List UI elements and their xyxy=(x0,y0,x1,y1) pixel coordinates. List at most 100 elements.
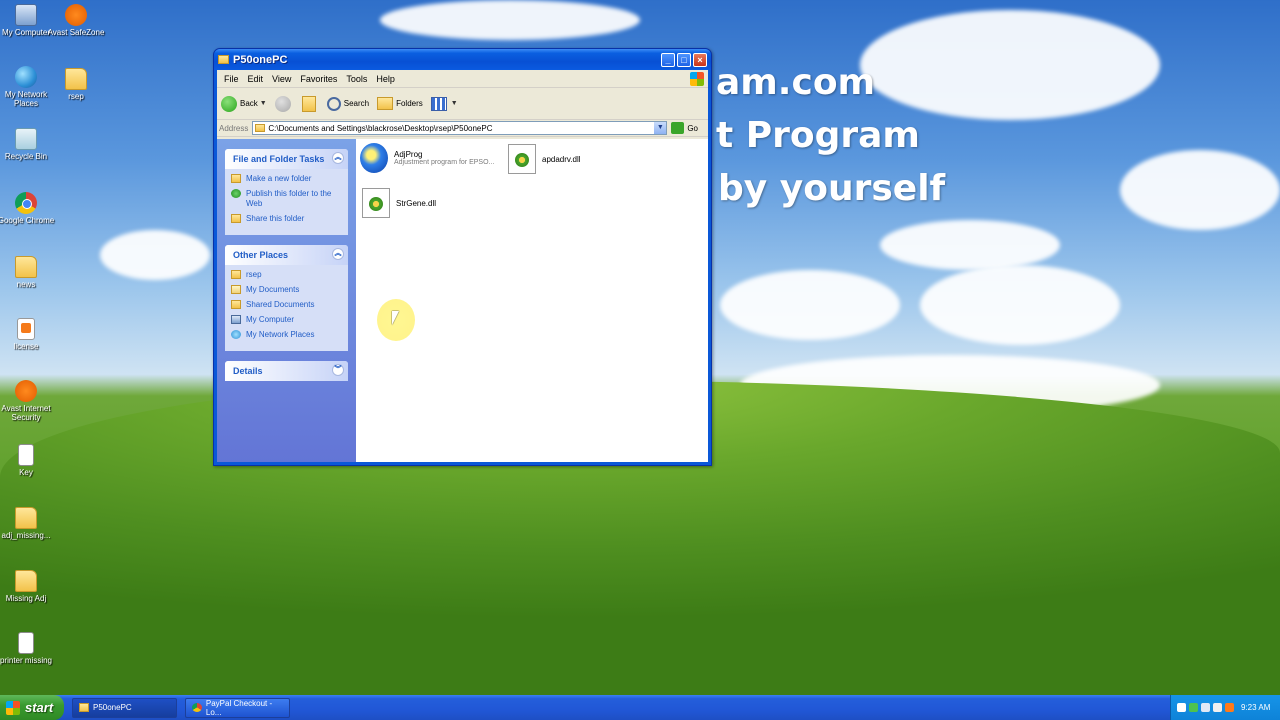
share-folder-icon xyxy=(231,214,241,223)
task-label: Share this folder xyxy=(246,214,305,223)
file-name: StrGene.dll xyxy=(396,198,437,208)
place-rsep[interactable]: rsep xyxy=(231,270,342,280)
go-button[interactable]: Go xyxy=(671,122,698,134)
tray-app-icon[interactable] xyxy=(1213,703,1222,712)
desktop-icon-label: Missing Adj xyxy=(5,594,47,603)
search-icon xyxy=(326,96,341,111)
desktop-icon-news[interactable]: news xyxy=(0,256,56,289)
folder-icon xyxy=(231,270,241,279)
file-name: apdadrv.dll xyxy=(542,154,581,164)
volume-icon[interactable] xyxy=(1201,703,1210,712)
back-label: Back xyxy=(240,99,258,108)
back-button[interactable]: Back ▼ xyxy=(221,95,267,112)
desktop-icon-chrome[interactable]: Google Chrome xyxy=(0,192,56,225)
license-icon xyxy=(17,318,35,340)
folder-icon xyxy=(15,570,37,592)
cloud xyxy=(860,10,1160,120)
chevron-down-icon[interactable]: ▼ xyxy=(654,122,667,134)
minimize-button[interactable]: _ xyxy=(661,52,675,67)
file-item-adjprog[interactable]: AdjProg Adjustment program for EPSO... xyxy=(360,143,494,173)
cloud xyxy=(920,265,1120,345)
chevron-down-icon: ▼ xyxy=(450,100,458,107)
mouse-cursor-icon xyxy=(392,311,399,325)
title-bar[interactable]: P50onePC _ □ × xyxy=(214,49,711,70)
help-icon[interactable] xyxy=(1177,703,1186,712)
close-button[interactable]: × xyxy=(693,52,707,67)
address-label: Address xyxy=(219,123,249,133)
dll-icon xyxy=(508,144,536,174)
overlay-text-3: by yourself xyxy=(718,168,946,209)
desktop-icon-avast[interactable]: Avast Internet Security xyxy=(0,380,56,422)
desktop-icon-key[interactable]: Key xyxy=(0,444,56,477)
windows-flag-icon xyxy=(6,700,20,715)
desktop-icon-recycle-bin[interactable]: Recycle Bin xyxy=(0,128,56,161)
folders-button[interactable]: Folders xyxy=(377,97,423,110)
collapse-icon[interactable]: ︽ xyxy=(332,152,344,164)
task-label: Publish this folder to the Web xyxy=(246,189,332,208)
place-my-documents[interactable]: My Documents xyxy=(231,285,342,295)
panel-header[interactable]: Details ︾ xyxy=(225,361,348,381)
computer-icon xyxy=(231,315,241,324)
desktop-icon-label: license xyxy=(13,342,39,351)
task-share-folder[interactable]: Share this folder xyxy=(231,214,342,224)
views-icon xyxy=(430,96,447,111)
search-button[interactable]: Search xyxy=(326,96,369,111)
views-button[interactable]: ▼ xyxy=(430,96,458,111)
task-label: Make a new folder xyxy=(246,174,312,183)
file-item-strgene[interactable]: StrGene.dll xyxy=(362,188,436,218)
cloud xyxy=(720,270,900,340)
menu-file[interactable]: File xyxy=(224,74,239,84)
collapse-icon[interactable]: ︽ xyxy=(332,248,344,260)
document-icon xyxy=(18,444,34,466)
address-bar: Address C:\Documents and Settings\blackr… xyxy=(217,120,708,137)
window-title: P50onePC xyxy=(233,53,288,66)
panel-title: Details xyxy=(233,366,263,376)
file-name: AdjProg xyxy=(394,150,423,159)
menu-help[interactable]: Help xyxy=(376,74,395,84)
avast-icon xyxy=(15,380,37,402)
file-item-apdadrv[interactable]: apdadrv.dll xyxy=(508,144,581,174)
clock[interactable]: 9:23 AM xyxy=(1241,703,1270,712)
expand-icon[interactable]: ︾ xyxy=(332,364,344,376)
task-publish-folder[interactable]: Publish this folder to the Web xyxy=(231,189,342,209)
desktop-icon-license[interactable]: license xyxy=(0,318,56,351)
start-button[interactable]: start xyxy=(0,695,64,720)
place-my-computer[interactable]: My Computer xyxy=(231,315,342,325)
menu-view[interactable]: View xyxy=(272,74,291,84)
place-network-places[interactable]: My Network Places xyxy=(231,330,342,340)
maximize-button[interactable]: □ xyxy=(677,52,691,67)
windows-logo-icon xyxy=(690,72,704,86)
taskbar-item-paypal[interactable]: PayPal Checkout - Lo... xyxy=(185,697,290,718)
menu-tools[interactable]: Tools xyxy=(346,74,367,84)
up-button[interactable] xyxy=(301,95,319,112)
desktop-icon-missing-adj[interactable]: Missing Adj xyxy=(0,570,56,603)
place-label: My Network Places xyxy=(246,330,315,339)
menu-bar: File Edit View Favorites Tools Help xyxy=(217,70,708,88)
task-label: PayPal Checkout - Lo... xyxy=(205,698,273,717)
my-documents-icon xyxy=(231,285,241,294)
cloud xyxy=(880,220,1060,270)
chrome-icon xyxy=(192,703,202,712)
address-input[interactable]: C:\Documents and Settings\blackrose\Desk… xyxy=(252,121,668,135)
desktop-icon-avast-safezone[interactable]: Avast SafeZone xyxy=(46,4,106,37)
panel-header[interactable]: File and Folder Tasks ︽ xyxy=(225,149,348,169)
avast-tray-icon[interactable] xyxy=(1225,703,1234,712)
desktop-icon-printer-missing[interactable]: printer missing xyxy=(0,632,56,665)
task-make-new-folder[interactable]: Make a new folder xyxy=(231,174,342,184)
go-arrow-icon xyxy=(671,122,685,134)
chevron-down-icon[interactable]: ▼ xyxy=(260,100,267,107)
desktop-icon-label: Recycle Bin xyxy=(4,152,48,161)
network-places-icon xyxy=(231,330,241,339)
file-folder-tasks-panel: File and Folder Tasks ︽ Make a new folde… xyxy=(225,149,348,235)
place-shared-documents[interactable]: Shared Documents xyxy=(231,300,342,310)
taskbar-item-explorer[interactable]: P50onePC xyxy=(72,697,177,718)
desktop-icon-adj-missing[interactable]: adj_missing... xyxy=(0,507,56,540)
forward-button[interactable] xyxy=(274,95,294,112)
explorer-window[interactable]: P50onePC _ □ × File Edit View Favorites … xyxy=(213,48,712,466)
panel-header[interactable]: Other Places ︽ xyxy=(225,245,348,265)
menu-edit[interactable]: Edit xyxy=(248,74,264,84)
menu-favorites[interactable]: Favorites xyxy=(300,74,337,84)
desktop-icon-rsep[interactable]: rsep xyxy=(46,68,106,101)
network-icon[interactable] xyxy=(1189,703,1198,712)
new-folder-icon xyxy=(231,174,241,183)
